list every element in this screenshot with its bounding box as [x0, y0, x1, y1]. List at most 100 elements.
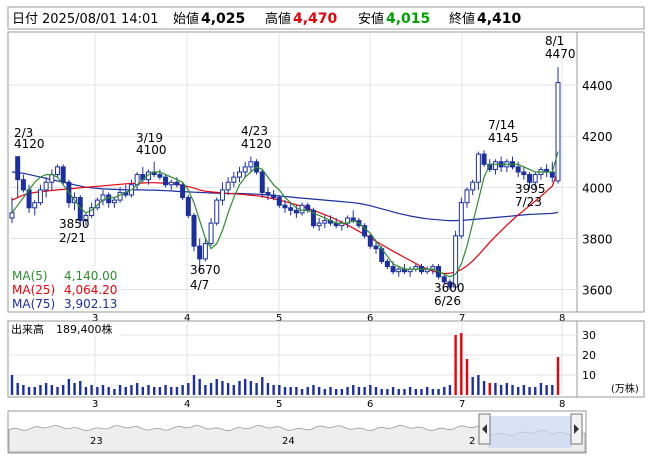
volume-tick-label: 10 [582, 369, 596, 382]
volume-bar [96, 387, 99, 395]
candle-body [515, 166, 521, 173]
annotation-line2: 4145 [488, 131, 519, 145]
candle-body [464, 189, 470, 204]
volume-bar [209, 383, 213, 395]
navigator-left-handle[interactable] [478, 413, 491, 445]
volume-bar [374, 387, 378, 395]
legend-label: MA(5) [12, 269, 48, 283]
volume-bar [61, 385, 65, 395]
candle-body [174, 181, 180, 186]
volume-x-tick-label: 6 [367, 399, 373, 410]
volume-bar [130, 385, 133, 395]
volume-bar [84, 387, 88, 395]
volume-bar [107, 387, 110, 395]
volume-bar [16, 383, 19, 395]
volume-bar [391, 387, 395, 395]
volume-bar [403, 389, 406, 395]
candle-body [259, 171, 265, 193]
candle-body [458, 202, 464, 237]
volume-bar [312, 385, 315, 395]
candle-body [231, 176, 237, 183]
price-tick-label: 3600 [582, 284, 613, 298]
volume-bar [44, 383, 48, 395]
ma-legend: MA(5) 4,140.00 MA(25) 4,064.20 MA(75) 3,902.1… [9, 266, 121, 311]
volume-bar [329, 387, 332, 395]
volume-bar [101, 385, 105, 395]
annotation-line2: 4120 [14, 137, 45, 151]
volume-bar [204, 385, 207, 395]
annotation-line1: 3670 [190, 263, 221, 277]
date-value: 2025/08/01 14:01 [42, 12, 159, 27]
volume-x-tick-label: 4 [184, 399, 190, 410]
annotation-line2: 6/26 [434, 294, 461, 308]
close-value: 4,410 [477, 11, 522, 27]
volume-bar [164, 385, 167, 395]
navigator-right-handle[interactable] [570, 413, 583, 445]
volume-bar [221, 381, 224, 395]
high-value: 4,470 [293, 11, 338, 27]
candle-body [271, 194, 277, 199]
volume-bar [266, 383, 270, 395]
candle-body [163, 176, 169, 186]
volume-bar [295, 387, 298, 395]
volume-bar [175, 387, 179, 395]
candle-body [225, 181, 231, 191]
volume-bar [454, 335, 457, 395]
volume-bar [545, 385, 548, 395]
close-label: 終値 [449, 11, 475, 27]
volume-bar [113, 389, 116, 395]
candle-body [549, 171, 555, 178]
candle-body [197, 245, 203, 260]
volume-x-tick-label: 3 [92, 399, 98, 410]
volume-bar [39, 385, 42, 395]
candle-body [288, 207, 294, 211]
volume-x-tick-label: 8 [559, 399, 565, 410]
volume-bar [346, 387, 349, 395]
volume-bar [238, 381, 241, 395]
annotation-line1: 3995 [515, 182, 546, 196]
candle-body [367, 235, 373, 247]
navigator-label-24: 24 [282, 436, 295, 447]
candle-body [470, 181, 476, 191]
annotation-line1: 3850 [59, 217, 90, 231]
annotation-line2: 4470 [545, 47, 576, 61]
price-tick-label: 4200 [582, 130, 613, 144]
navigator-selection[interactable] [488, 416, 572, 448]
candle-body [481, 153, 487, 165]
high-label: 高値 [265, 11, 291, 27]
annotation-line2: 2/21 [59, 231, 86, 245]
volume-bar [278, 385, 281, 395]
volume-bar [363, 387, 366, 395]
volume-bar [90, 385, 93, 395]
volume-bar [471, 377, 474, 395]
volume-value: 189,400株 [56, 322, 113, 336]
volume-bar [340, 389, 344, 395]
chart-canvas: 日付 2025/08/01 14:01 始値 4,025 高値 4,470 安値… [7, 6, 645, 454]
volume-bar [67, 379, 71, 395]
volume-bar [50, 385, 54, 395]
volume-x-labels: 3 4 5 6 7 8 [92, 399, 565, 410]
candle-body [37, 189, 43, 204]
volume-bar [334, 389, 338, 395]
volume-bar [431, 389, 435, 395]
annotation-line1: 7/14 [488, 118, 515, 132]
volume-bar [283, 387, 287, 395]
volume-bar [124, 387, 127, 395]
candle-body [202, 243, 208, 260]
candle-body [168, 181, 174, 186]
volume-bar [369, 385, 372, 395]
volume-bar [528, 387, 531, 395]
price-tick-label: 4400 [582, 79, 613, 93]
volume-bar [437, 389, 440, 395]
candle-body [373, 245, 379, 250]
candle-body [191, 214, 197, 247]
volume-bar [386, 389, 389, 395]
volume-bar [27, 387, 31, 395]
candle-body [9, 212, 15, 219]
volume-bar [551, 385, 554, 395]
volume-bar [352, 385, 355, 395]
candle-body [521, 171, 527, 176]
volume-bar [152, 387, 156, 395]
candle-body [396, 268, 402, 273]
annotation-line2: 4120 [241, 137, 272, 151]
